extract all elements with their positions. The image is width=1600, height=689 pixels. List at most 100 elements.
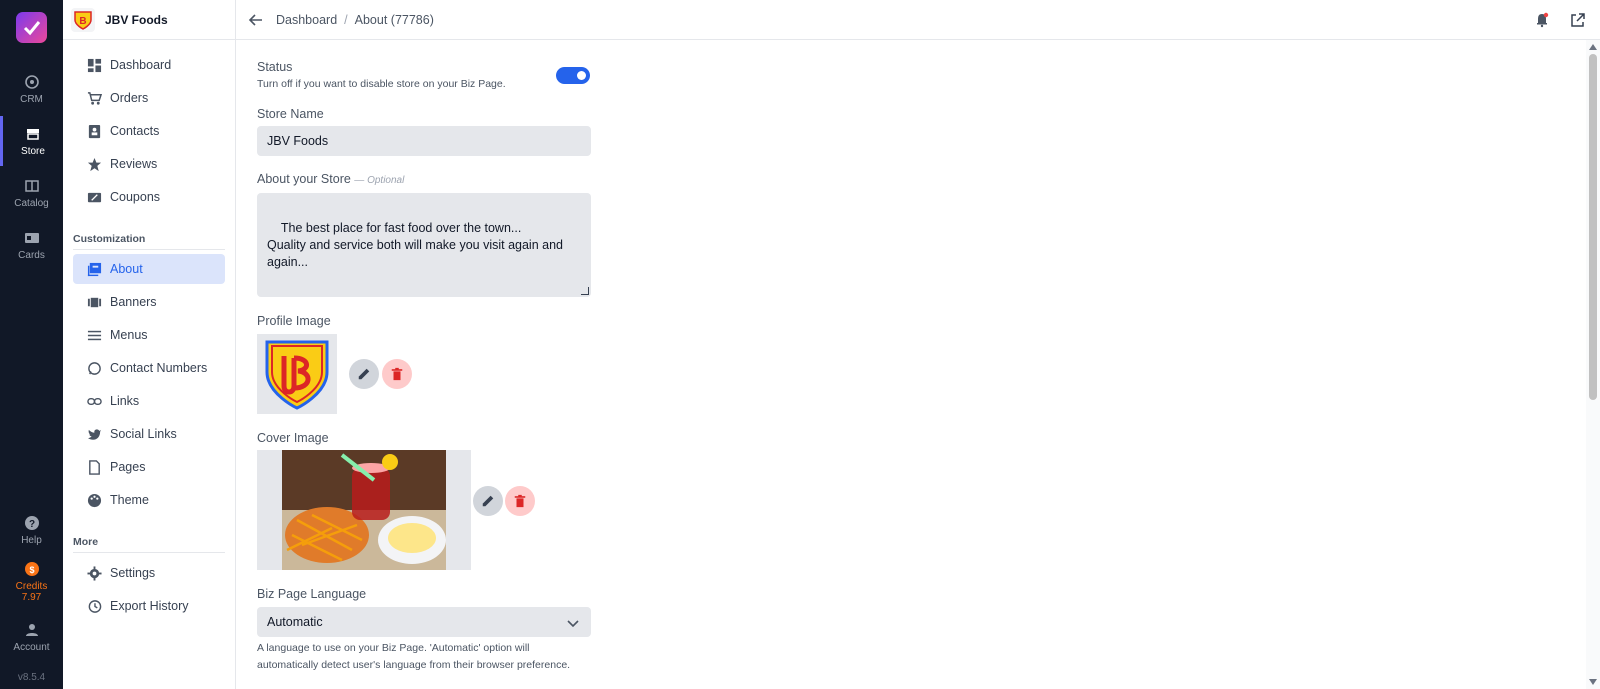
cart-icon <box>87 91 102 105</box>
store-icon <box>27 128 39 140</box>
delete-cover-image-button[interactable] <box>505 486 535 516</box>
sidebar-item-label: Coupons <box>110 190 161 204</box>
status-toggle[interactable] <box>556 67 590 84</box>
sidebar-item-coupons[interactable]: Coupons <box>73 182 225 212</box>
palette-icon <box>87 493 102 507</box>
back-arrow-icon[interactable] <box>248 12 264 28</box>
history-icon <box>88 599 102 613</box>
sidebar-item-orders[interactable]: Orders <box>73 83 225 113</box>
app-logo-icon[interactable] <box>16 12 47 43</box>
store-name-input[interactable] <box>257 126 591 156</box>
sidebar-item-export-history[interactable]: Export History <box>73 591 225 621</box>
about-icon <box>87 262 102 276</box>
section-more: More <box>73 536 225 553</box>
page-icon <box>89 459 100 475</box>
contacts-icon <box>88 124 101 138</box>
trash-icon <box>514 494 526 508</box>
store-brand[interactable]: B JBV Foods <box>63 0 235 40</box>
section-customization: Customization <box>73 233 225 250</box>
jbv-shield-logo <box>265 340 329 410</box>
chevron-down-icon <box>567 620 579 628</box>
about-textarea[interactable]: The best place for fast food over the to… <box>257 193 591 297</box>
coin-icon: $ <box>24 562 39 576</box>
app-version: v8.5.4 <box>17 672 46 683</box>
cards-icon <box>24 232 39 243</box>
cover-image <box>257 450 471 570</box>
store-name: JBV Foods <box>105 12 168 27</box>
edit-cover-image-button[interactable] <box>473 486 503 516</box>
app-rail: CRM Store Catalog Cards ? Help $ Credits… <box>0 0 63 689</box>
sidebar-item-social-links[interactable]: Social Links <box>73 419 225 449</box>
sidebar-item-label: Menus <box>110 328 148 342</box>
catalog-icon <box>24 179 39 192</box>
rail-item-store[interactable]: Store <box>0 116 63 166</box>
scroll-up-arrow-icon[interactable] <box>1589 44 1597 50</box>
language-selected-value: Automatic <box>267 615 323 629</box>
rail-item-account[interactable]: Account <box>0 612 63 662</box>
sidebar-item-about[interactable]: About <box>73 254 225 284</box>
sidebar-item-label: Orders <box>110 91 149 105</box>
pencil-icon <box>358 368 370 380</box>
about-label-text: About your Store <box>257 172 351 186</box>
credits-value: 7.97 <box>21 592 42 603</box>
sidebar-item-contact-numbers[interactable]: Contact Numbers <box>73 353 225 383</box>
sidebar-item-reviews[interactable]: Reviews <box>73 149 225 179</box>
sidebar-item-settings[interactable]: Settings <box>73 558 225 588</box>
trash-icon <box>391 367 403 381</box>
svg-text:B: B <box>79 16 86 27</box>
top-bar: Dashboard / About (77786) <box>236 0 1600 40</box>
profile-image-label: Profile Image <box>257 314 331 328</box>
page-scrollbar[interactable] <box>1586 40 1600 689</box>
rail-item-catalog[interactable]: Catalog <box>0 168 63 218</box>
about-text: The best place for fast food over the to… <box>267 221 563 269</box>
bell-icon[interactable] <box>1534 12 1550 28</box>
sidebar-item-label: Contact Numbers <box>110 361 208 375</box>
user-icon <box>25 623 38 636</box>
link-icon <box>87 397 102 405</box>
delete-profile-image-button[interactable] <box>382 359 412 389</box>
scroll-thumb[interactable] <box>1589 54 1597 400</box>
open-external-icon[interactable] <box>1570 12 1586 28</box>
sidebar-item-label: Export History <box>110 599 189 613</box>
sidebar-item-banners[interactable]: Banners <box>73 287 225 317</box>
banners-icon <box>87 297 102 307</box>
rail-label: Catalog <box>14 197 49 209</box>
crm-icon <box>24 74 39 89</box>
credits-label: Credits <box>15 581 48 592</box>
about-label: About your Store — Optional <box>257 172 404 186</box>
cover-image-label: Cover Image <box>257 431 329 445</box>
rail-item-crm[interactable]: CRM <box>0 64 63 114</box>
breadcrumb-dashboard[interactable]: Dashboard <box>276 13 337 27</box>
sidebar-item-pages[interactable]: Pages <box>73 452 225 482</box>
dashboard-icon <box>87 58 102 72</box>
rail-item-help[interactable]: ? Help <box>0 505 63 555</box>
sidebar-item-label: Theme <box>110 493 149 507</box>
sidebar-item-label: Reviews <box>110 157 158 171</box>
rail-label: CRM <box>20 93 43 105</box>
twitter-icon <box>87 428 102 440</box>
resize-handle[interactable] <box>581 287 589 295</box>
sidebar-item-label: Dashboard <box>110 58 172 72</box>
profile-image <box>257 334 337 414</box>
rail-label: Help <box>21 534 42 546</box>
rail-item-cards[interactable]: Cards <box>0 220 63 270</box>
edit-profile-image-button[interactable] <box>349 359 379 389</box>
sidebar-item-links[interactable]: Links <box>73 386 225 416</box>
sidebar-item-dashboard[interactable]: Dashboard <box>73 50 225 80</box>
sidebar-item-label: About <box>110 262 143 276</box>
sidebar-item-label: Links <box>110 394 140 408</box>
scroll-down-arrow-icon[interactable] <box>1589 679 1597 685</box>
sidebar-item-theme[interactable]: Theme <box>73 485 225 515</box>
language-select[interactable]: Automatic <box>257 607 591 637</box>
breadcrumb-current: About (77786) <box>354 12 434 27</box>
optional-tag: — Optional <box>354 175 405 186</box>
sidebar-item-contacts[interactable]: Contacts <box>73 116 225 146</box>
help-icon: ? <box>24 515 39 530</box>
svg-text:?: ? <box>28 519 34 530</box>
store-logo-icon: B <box>71 7 95 32</box>
sidebar-item-menus[interactable]: Menus <box>73 320 225 350</box>
rail-label: Cards <box>18 249 45 261</box>
status-label: Status <box>257 60 293 74</box>
pencil-icon <box>482 495 494 507</box>
rail-item-credits[interactable]: $ Credits 7.97 <box>0 556 63 608</box>
